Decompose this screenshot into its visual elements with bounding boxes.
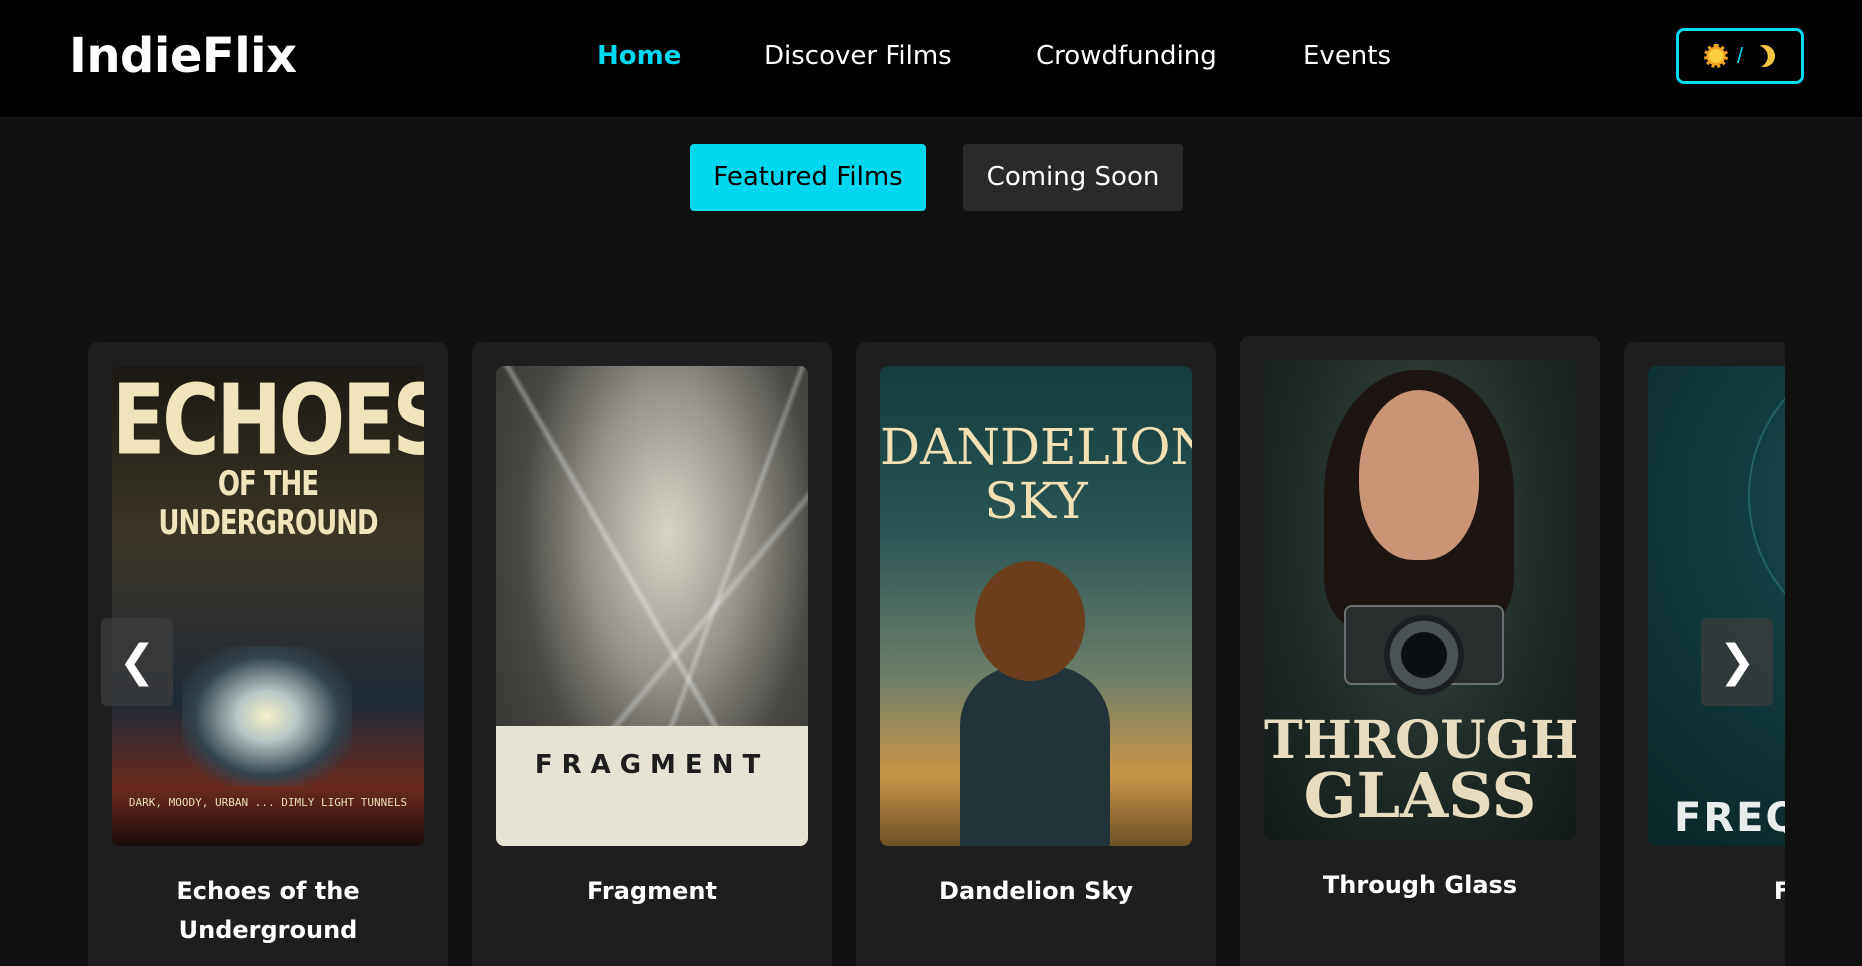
poster-figure-face <box>1359 390 1479 560</box>
nav-events[interactable]: Events <box>1303 38 1391 74</box>
film-carousel: ECHOES OF THE UNDERGROUND DARK, MOODY, U… <box>88 330 1785 966</box>
main-nav: Home Discover Films Crowdfunding Events <box>0 0 1862 117</box>
film-title: Echoes of the Underground <box>108 872 428 950</box>
film-card[interactable]: DANDELION SKY Dandelion Sky <box>856 342 1216 966</box>
poster-title: ECHOES <box>112 366 424 478</box>
poster-credits: DARK, MOODY, URBAN ... DIMLY LIGHT TUNNE… <box>128 796 408 809</box>
theme-toggle-separator: / <box>1736 43 1744 68</box>
film-poster: DANDELION SKY <box>880 366 1192 846</box>
nav-crowdfunding[interactable]: Crowdfunding <box>1036 38 1217 74</box>
poster-figure-head <box>975 561 1085 681</box>
film-title: Dandelion Sky <box>939 877 1133 905</box>
moon-icon <box>1750 42 1778 70</box>
site-header: IndieFlix Home Discover Films Crowdfundi… <box>0 0 1862 117</box>
film-poster: FREQ <box>1648 366 1785 846</box>
film-title: Through Glass <box>1322 871 1518 899</box>
film-title-line1: Echoes of the <box>176 877 360 905</box>
film-title: Fragment <box>587 877 717 905</box>
nav-home[interactable]: Home <box>597 38 681 74</box>
film-title-line2: Underground <box>178 916 358 944</box>
sun-icon <box>1703 44 1728 68</box>
film-poster: FRAGMENT <box>496 366 808 846</box>
poster-title: FRAGMENT <box>534 750 770 780</box>
poster-title-line2: SKY <box>984 472 1088 530</box>
carousel-prev-button[interactable]: ❮ <box>101 618 173 706</box>
film-poster: ECHOES OF THE UNDERGROUND DARK, MOODY, U… <box>112 366 424 846</box>
poster-subtitle: OF THE UNDERGROUND <box>158 465 378 543</box>
chevron-right-icon: ❯ <box>1718 636 1756 687</box>
theme-toggle-button[interactable]: / <box>1676 28 1804 84</box>
film-card[interactable]: FRAGMENT Fragment <box>472 342 832 966</box>
carousel-next-button[interactable]: ❯ <box>1701 618 1773 706</box>
chevron-left-icon: ❮ <box>118 636 156 687</box>
poster-figure-body <box>960 666 1110 846</box>
nav-discover-films[interactable]: Discover Films <box>764 38 952 74</box>
poster-title: FREQ <box>1674 795 1785 841</box>
tab-coming-soon[interactable]: Coming Soon <box>963 144 1183 211</box>
poster-footer <box>496 726 808 846</box>
tab-featured-films[interactable]: Featured Films <box>690 144 926 211</box>
poster-ring-art <box>1748 366 1785 646</box>
poster-camera-lens <box>1384 615 1464 695</box>
poster-tunnel-art <box>182 646 352 786</box>
poster-title-line2: GLASS <box>1303 759 1537 832</box>
poster-title-line1: DANDELION <box>880 418 1192 476</box>
film-card[interactable]: THROUGH GLASS Through Glass <box>1240 336 1600 966</box>
film-title: Freq <box>1773 877 1785 905</box>
film-poster: THROUGH GLASS <box>1264 360 1576 840</box>
